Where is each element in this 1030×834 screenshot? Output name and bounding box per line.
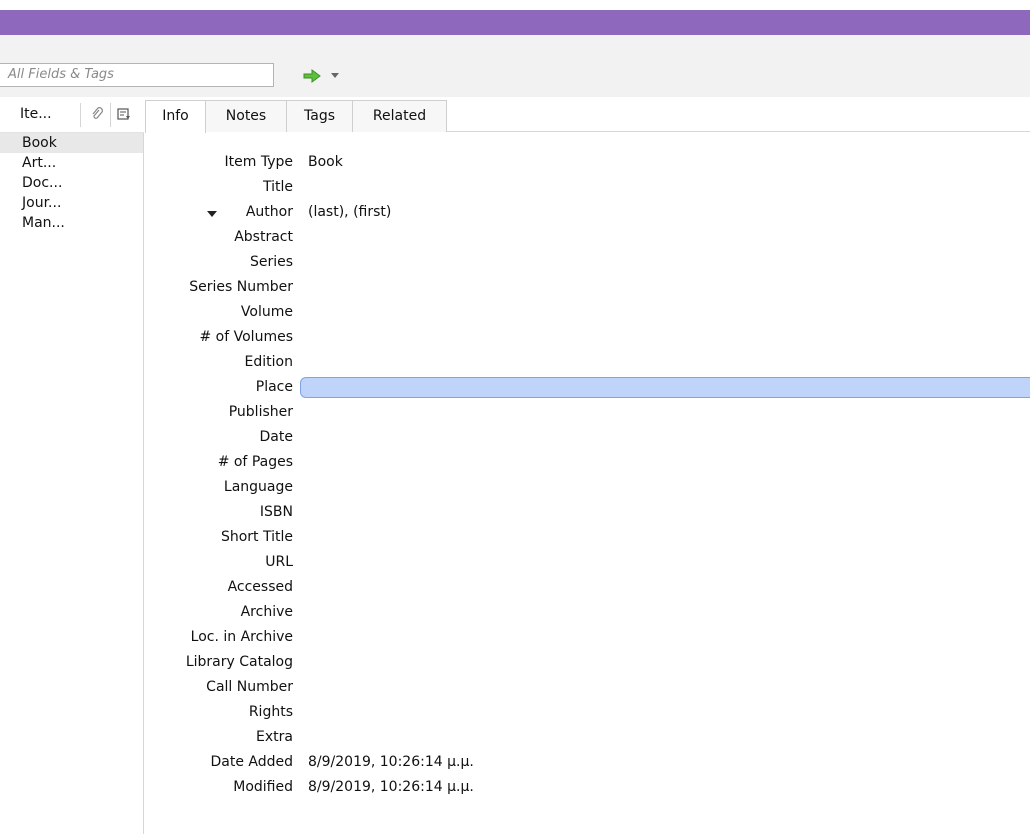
field-label: Edition: [244, 354, 293, 370]
tab-related[interactable]: Related: [352, 100, 447, 132]
field-label: Series Number: [189, 279, 293, 295]
field-label: Rights: [248, 704, 293, 720]
field-label: Publisher: [228, 404, 293, 420]
date-added-value: 8/9/2019, 10:26:14 μ.μ.: [308, 754, 474, 770]
search-input[interactable]: All Fields & Tags: [0, 63, 274, 87]
field-row-date-added: Date Added 8/9/2019, 10:26:14 μ.μ.: [145, 750, 1030, 775]
field-row-date[interactable]: Date: [145, 425, 1030, 450]
field-label: Accessed: [227, 579, 293, 595]
list-item[interactable]: Man...: [0, 213, 143, 233]
list-item[interactable]: Book: [0, 133, 143, 153]
field-row-item-type: Item Type Book: [145, 150, 1030, 175]
field-label: Language: [223, 479, 293, 495]
field-row-language[interactable]: Language: [145, 475, 1030, 500]
list-item[interactable]: Doc...: [0, 173, 143, 193]
field-row-abstract[interactable]: Abstract: [145, 225, 1030, 250]
column-separator[interactable]: [110, 103, 111, 127]
list-item[interactable]: Art...: [0, 153, 143, 173]
field-row-edition[interactable]: Edition: [145, 350, 1030, 375]
field-row-loc-in-archive[interactable]: Loc. in Archive: [145, 625, 1030, 650]
place-input[interactable]: [300, 377, 1030, 398]
field-row-call-number[interactable]: Call Number: [145, 675, 1030, 700]
field-label: ISBN: [259, 504, 293, 520]
list-item[interactable]: Jour...: [0, 193, 143, 213]
field-row-modified: Modified 8/9/2019, 10:26:14 μ.μ.: [145, 775, 1030, 800]
field-label[interactable]: Author: [246, 204, 293, 220]
field-row-rights[interactable]: Rights: [145, 700, 1030, 725]
field-label: Volume: [240, 304, 293, 320]
field-row-library-catalog[interactable]: Library Catalog: [145, 650, 1030, 675]
field-label: Date: [259, 429, 293, 445]
tab-notes[interactable]: Notes: [205, 100, 287, 132]
field-row-publisher[interactable]: Publisher: [145, 400, 1030, 425]
field-label: Abstract: [234, 229, 293, 245]
field-label: Series: [249, 254, 293, 270]
field-label: Date Added: [210, 754, 293, 770]
tab-info[interactable]: Info: [145, 100, 206, 133]
field-row-author: Author (last), (first): [145, 200, 1030, 225]
field-label: Call Number: [206, 679, 293, 695]
notes-column-icon[interactable]: [117, 107, 131, 121]
modified-value: 8/9/2019, 10:26:14 μ.μ.: [308, 779, 474, 795]
field-row-url[interactable]: URL: [145, 550, 1030, 575]
field-label: Loc. in Archive: [190, 629, 293, 645]
window-title-bar: [0, 10, 1030, 35]
field-row-extra[interactable]: Extra: [145, 725, 1030, 750]
field-label: Library Catalog: [185, 654, 293, 670]
items-list: Book Art... Doc... Jour... Man...: [0, 133, 143, 233]
field-row-num-volumes[interactable]: # of Volumes: [145, 325, 1030, 350]
field-label: Title: [262, 179, 293, 195]
items-column-title[interactable]: Ite...: [20, 106, 52, 122]
field-label: Archive: [240, 604, 293, 620]
tab-tags[interactable]: Tags: [286, 100, 353, 132]
item-type-value[interactable]: Book: [308, 154, 343, 170]
field-row-volume[interactable]: Volume: [145, 300, 1030, 325]
search-placeholder: All Fields & Tags: [8, 67, 114, 82]
field-label: # of Pages: [217, 454, 293, 470]
items-pane: Ite... Book Art... Doc... Jour... Man...: [0, 97, 144, 834]
field-row-series[interactable]: Series: [145, 250, 1030, 275]
field-row-archive[interactable]: Archive: [145, 600, 1030, 625]
creator-type-dropdown-icon[interactable]: [207, 210, 217, 218]
field-label: Place: [255, 379, 293, 395]
field-label: Modified: [233, 779, 293, 795]
items-column-header[interactable]: Ite...: [0, 97, 144, 133]
field-row-place: Place: [145, 375, 1030, 400]
field-row-short-title[interactable]: Short Title: [145, 525, 1030, 550]
field-label: Short Title: [220, 529, 293, 545]
field-label: Item Type: [224, 154, 293, 170]
field-label: URL: [265, 554, 293, 570]
item-fields: Item Type Book Title Author (last), (fir…: [145, 150, 1030, 800]
field-label: Extra: [256, 729, 293, 745]
go-arrow-icon[interactable]: [302, 68, 322, 84]
attachment-icon[interactable]: [90, 107, 104, 121]
item-pane-tabs: Info Notes Tags Related: [145, 97, 1030, 133]
field-row-series-number[interactable]: Series Number: [145, 275, 1030, 300]
field-row-num-pages[interactable]: # of Pages: [145, 450, 1030, 475]
field-label: # of Volumes: [199, 329, 294, 345]
field-row-title[interactable]: Title: [145, 175, 1030, 200]
search-mode-dropdown-icon[interactable]: [329, 69, 341, 81]
field-row-accessed[interactable]: Accessed: [145, 575, 1030, 600]
author-value[interactable]: (last), (first): [308, 204, 391, 220]
column-separator[interactable]: [80, 103, 81, 127]
field-row-isbn[interactable]: ISBN: [145, 500, 1030, 525]
